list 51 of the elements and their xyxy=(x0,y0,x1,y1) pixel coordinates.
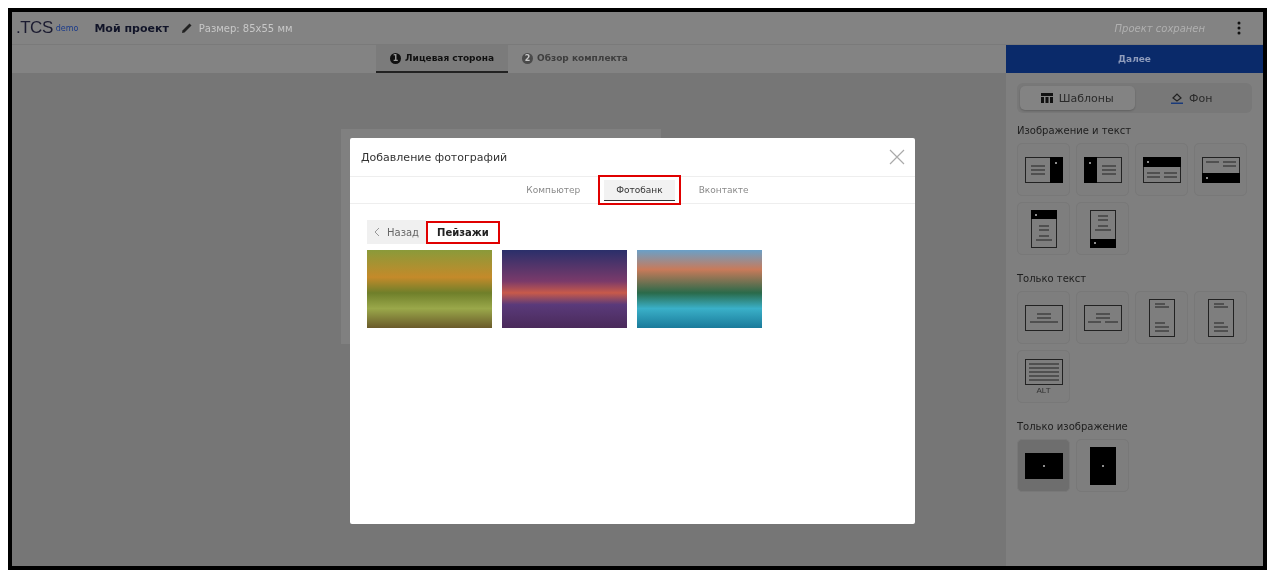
layout-icon xyxy=(1207,298,1234,337)
layout-template[interactable] xyxy=(1017,291,1070,344)
paint-bucket-icon xyxy=(1171,92,1184,104)
layout-icon xyxy=(1142,156,1181,183)
step-tab[interactable]: 2 Обзор комплекта xyxy=(508,45,642,73)
project-name: Мой проект xyxy=(94,21,169,35)
layout-icon xyxy=(1024,358,1063,385)
section-title: Только изображение xyxy=(1017,421,1129,432)
layout-icon xyxy=(1201,156,1240,183)
layout-icon xyxy=(1024,452,1063,479)
layout-icon xyxy=(1024,304,1063,331)
table-icon xyxy=(1040,93,1053,103)
back-button[interactable]: Назад xyxy=(367,220,426,244)
layout-icon xyxy=(1083,304,1122,331)
photo-placeholder[interactable] xyxy=(502,250,627,328)
section-title: Только текст xyxy=(1017,273,1088,284)
layout-template[interactable]: ALT xyxy=(1017,350,1070,403)
source-tab[interactable]: Фотобанк xyxy=(598,175,681,205)
layout-icon xyxy=(1089,209,1116,248)
layout-template[interactable] xyxy=(1135,291,1188,344)
layout-icon xyxy=(1089,446,1116,485)
source-tab[interactable]: Компьютер xyxy=(508,175,599,205)
demo-label: demo xyxy=(55,23,79,33)
layout-template[interactable] xyxy=(1076,439,1129,492)
photo-placeholder[interactable] xyxy=(637,250,762,328)
layout-template[interactable] xyxy=(1076,291,1129,344)
layout-icon xyxy=(1024,156,1063,183)
layout-template[interactable] xyxy=(1017,202,1070,255)
chevron-left-icon xyxy=(374,227,380,237)
dialog-title: Добавление фотографий xyxy=(361,150,508,164)
layout-template[interactable] xyxy=(1017,439,1070,492)
source-tab[interactable]: Вконтакте xyxy=(680,175,767,205)
section-title: Изображение и текст xyxy=(1017,125,1133,136)
layout-icon xyxy=(1148,298,1175,337)
logo[interactable]: .TCS xyxy=(16,18,53,38)
step-tab[interactable]: 1 Лицевая сторона xyxy=(376,45,508,73)
panel-tab[interactable]: Шаблоны xyxy=(1020,86,1135,110)
panel-tab[interactable]: Фон xyxy=(1134,86,1249,110)
pencil-icon[interactable] xyxy=(180,22,193,34)
more-icon[interactable] xyxy=(1237,21,1241,35)
layout-template[interactable] xyxy=(1076,202,1129,255)
layout-template[interactable] xyxy=(1135,143,1188,196)
card-size: Размер: 85x55 мм xyxy=(198,22,293,34)
layout-icon xyxy=(1083,156,1122,183)
layout-template[interactable] xyxy=(1194,143,1247,196)
layout-template[interactable] xyxy=(1076,143,1129,196)
category-name: Пейзажи xyxy=(426,220,500,244)
next-button[interactable]: Далее xyxy=(1006,45,1263,73)
layout-template[interactable] xyxy=(1194,291,1247,344)
layout-template[interactable] xyxy=(1017,143,1070,196)
layout-icon xyxy=(1030,209,1057,248)
